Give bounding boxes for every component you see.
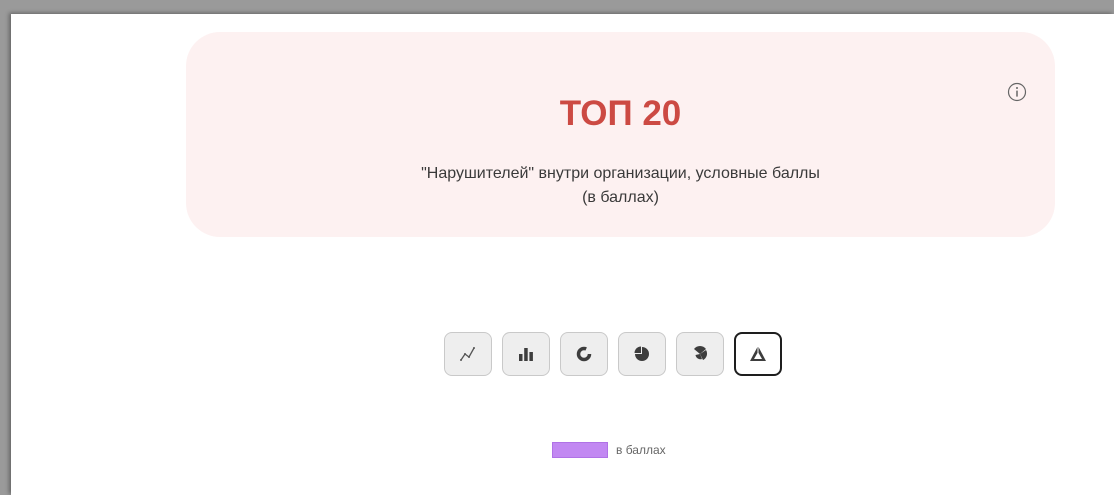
polar-area-chart-button[interactable] xyxy=(676,332,724,376)
radar-chart-button[interactable] xyxy=(734,332,782,376)
legend-swatch[interactable] xyxy=(552,442,608,458)
chart-subtitle-line-1: "Нарушителей" внутри организации, условн… xyxy=(421,165,820,182)
chart-subtitle-line-2: (в баллах) xyxy=(582,189,659,206)
chart-header-card: ТОП 20 "Нарушителей" внутри организации,… xyxy=(186,32,1055,237)
legend-label[interactable]: в баллах xyxy=(616,443,666,457)
chart-widget: ТОП 20 "Нарушителей" внутри организации,… xyxy=(11,14,1114,495)
donut-chart-button[interactable] xyxy=(560,332,608,376)
donut-chart-icon xyxy=(574,344,594,364)
pie-chart-icon xyxy=(632,344,652,364)
chart-title: ТОП 20 xyxy=(559,94,682,133)
polar-area-chart-icon xyxy=(690,344,710,364)
radar-chart-icon xyxy=(748,344,768,364)
line-chart-icon xyxy=(458,344,478,364)
chart-legend: в баллах xyxy=(552,442,666,458)
pie-chart-button[interactable] xyxy=(618,332,666,376)
info-icon[interactable] xyxy=(1007,82,1027,102)
bar-chart-icon xyxy=(516,344,536,364)
line-chart-button[interactable] xyxy=(444,332,492,376)
chart-subtitle: "Нарушителей" внутри организации, условн… xyxy=(186,162,1055,210)
bar-chart-button[interactable] xyxy=(502,332,550,376)
chart-type-toolbar xyxy=(444,332,782,376)
